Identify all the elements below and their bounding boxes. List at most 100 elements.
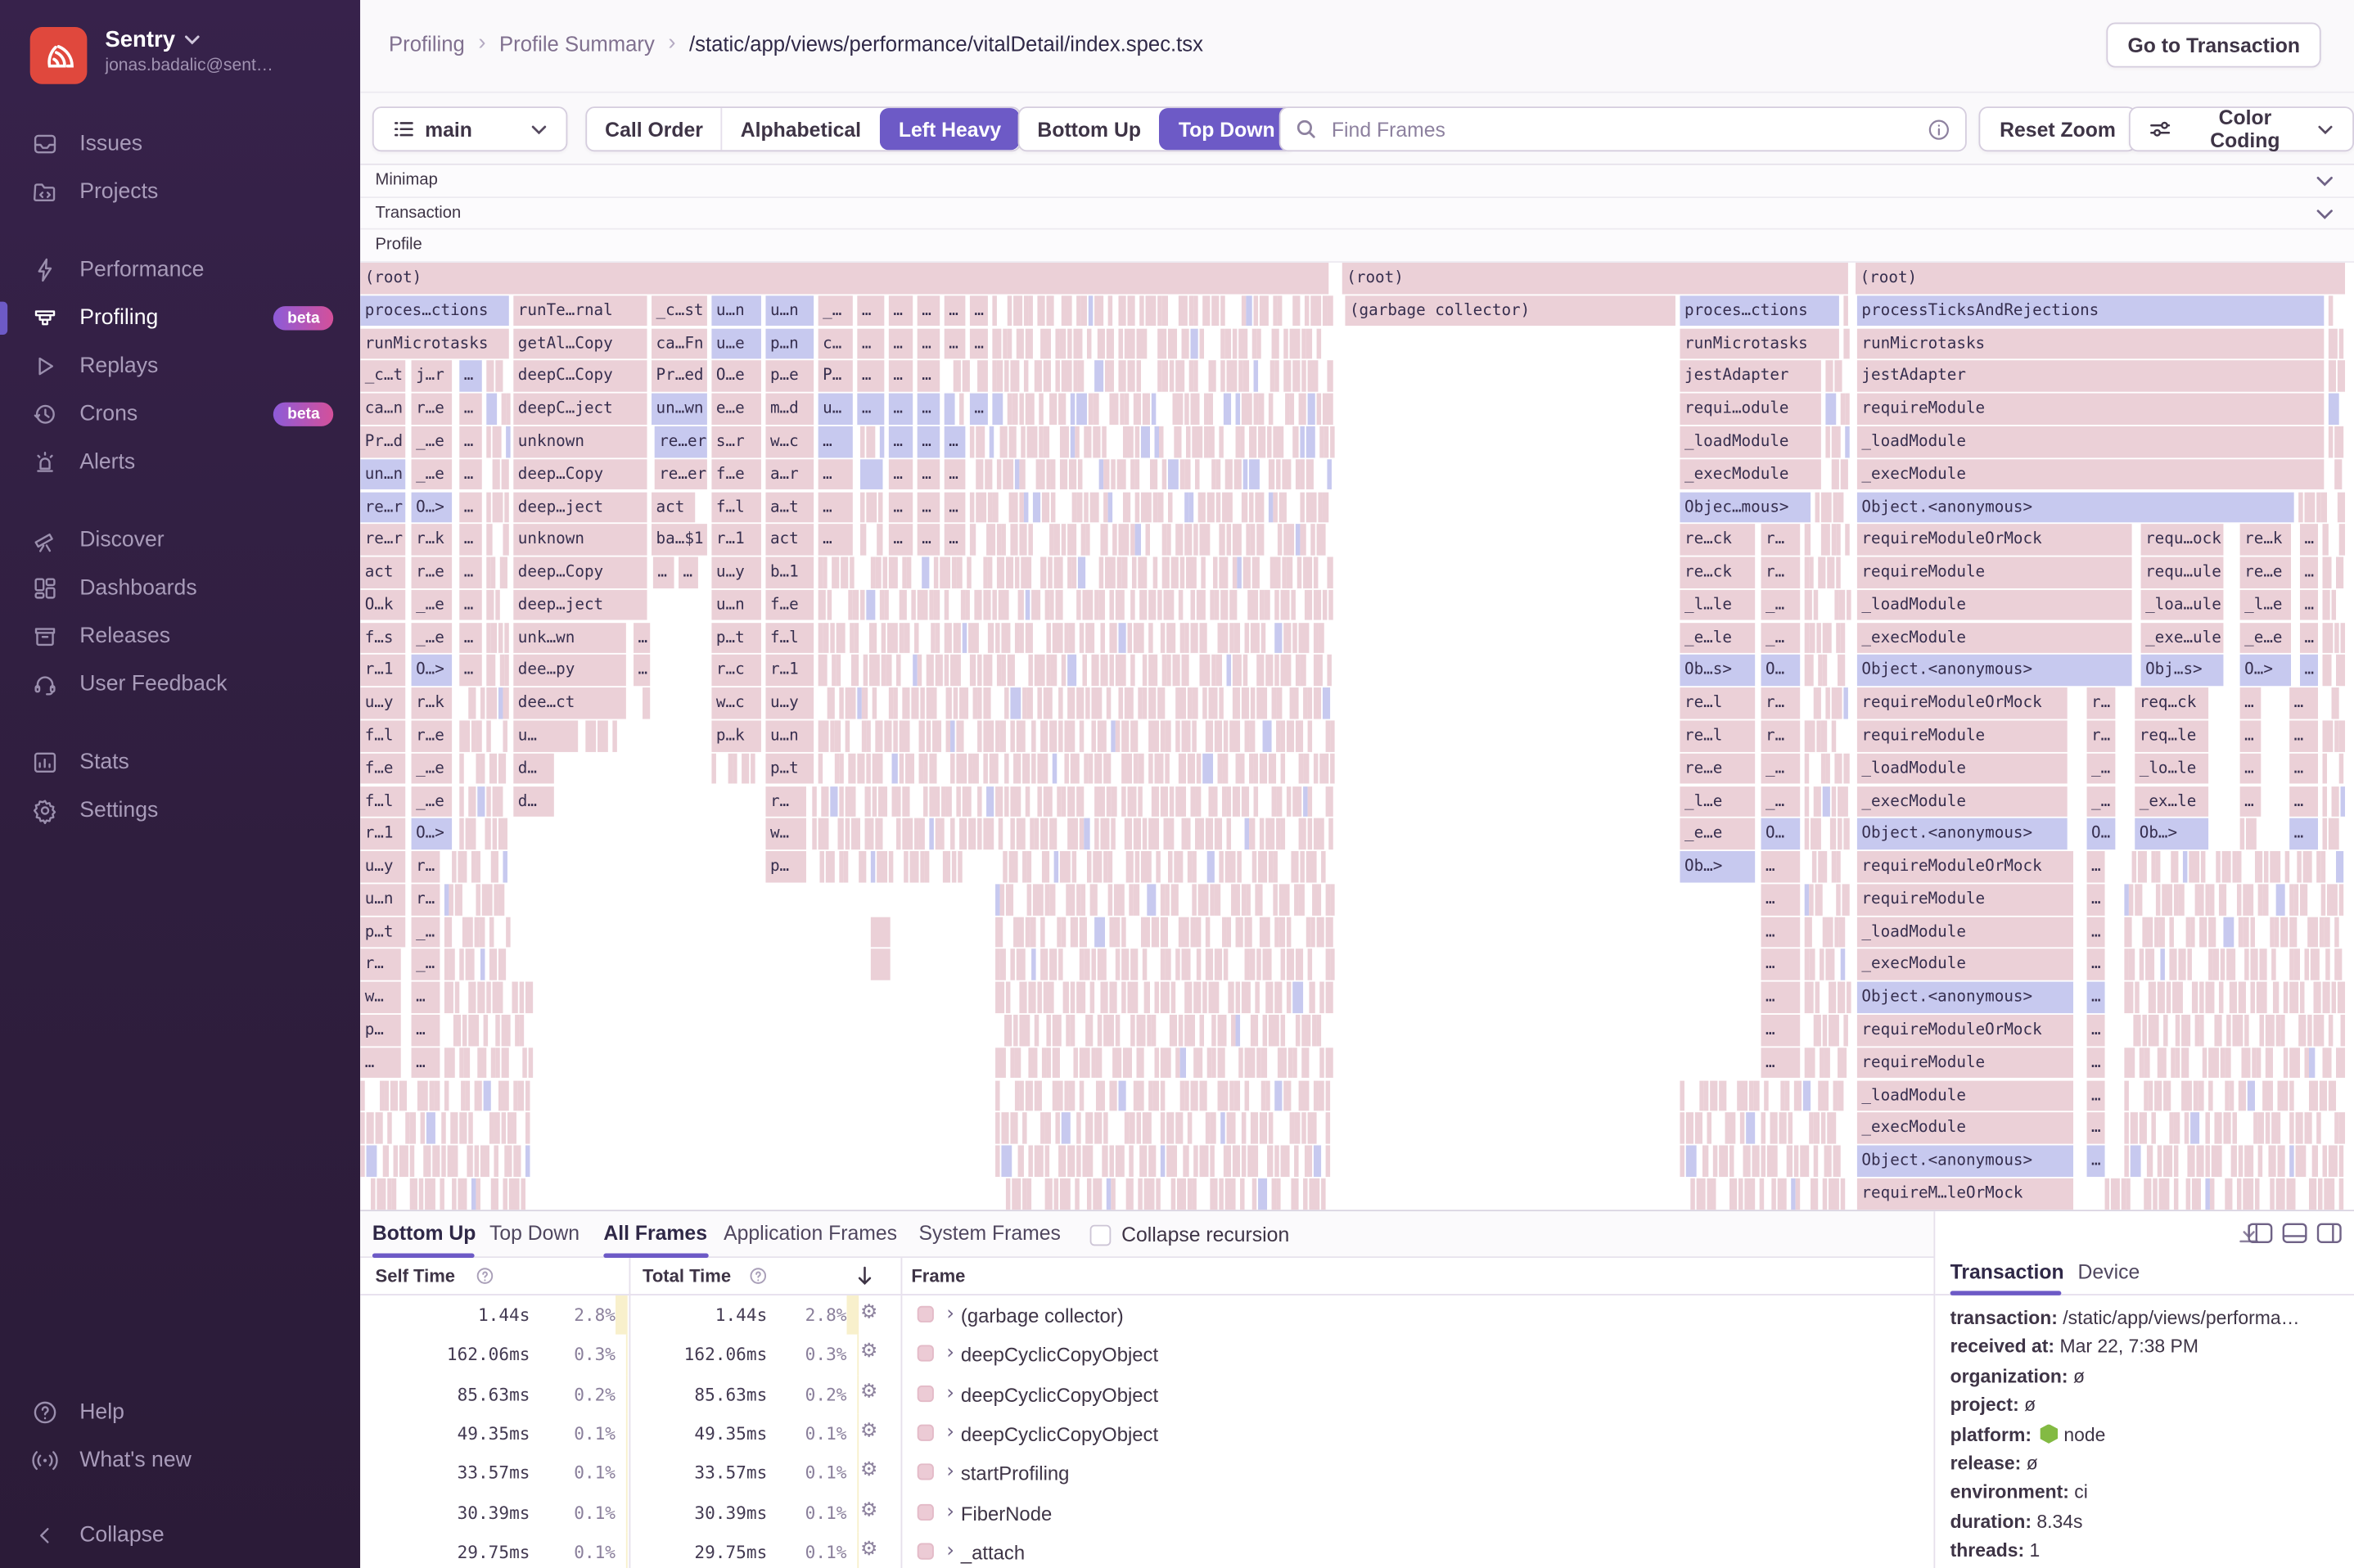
flame-frame[interactable] [1210,1145,1215,1177]
flame-frame[interactable] [498,1079,509,1111]
flame-frame[interactable] [1825,949,1835,980]
flame-frame[interactable]: Ob…> [1680,851,1756,882]
flame-frame[interactable] [1181,818,1191,850]
flame-frame[interactable] [1064,720,1076,752]
flame-frame[interactable]: … [917,426,940,457]
flame-frame[interactable] [468,1112,473,1144]
flame-frame[interactable] [1319,753,1329,785]
flame-frame[interactable] [2337,982,2346,1013]
flame-frame[interactable]: _…e [411,622,453,654]
flame-frame[interactable] [904,851,909,882]
flame-frame[interactable] [503,720,507,752]
flame-frame[interactable] [1282,458,1292,490]
flame-frame[interactable] [1217,1079,1229,1111]
flame-frame[interactable] [1076,491,1083,523]
flame-frame[interactable] [1322,687,1331,719]
flame-frame[interactable]: _e…e [2239,622,2291,654]
flame-frame[interactable] [377,1178,386,1210]
flame-frame[interactable]: … [2086,884,2105,915]
flame-frame[interactable] [1109,982,1117,1013]
flame-frame[interactable] [1738,1178,1743,1210]
flame-frame[interactable] [953,622,961,654]
flame-frame[interactable] [2324,917,2330,948]
flame-frame[interactable] [1199,622,1207,654]
flame-frame[interactable] [1070,393,1076,425]
flame-frame[interactable] [1115,720,1121,752]
flame-frame[interactable] [1160,1112,1166,1144]
flame-frame[interactable] [1259,917,1270,948]
flame-frame[interactable] [2191,982,2198,1013]
flame-frame[interactable] [1836,524,1841,556]
flame-frame[interactable] [1139,1145,1148,1177]
frame-table-row[interactable]: 30.39ms 0.1% 30.39ms 0.1% ⚙ › FiberNode [360,1493,1933,1533]
flame-frame[interactable] [485,818,491,850]
flame-frame[interactable] [1190,1079,1198,1111]
flame-frame[interactable] [1091,720,1096,752]
sort-descending-icon[interactable] [855,1265,873,1286]
flame-frame[interactable] [1229,589,1238,621]
flame-frame[interactable]: f…l [360,786,406,818]
flame-frame[interactable] [1004,753,1009,785]
flame-frame[interactable] [1052,1079,1063,1111]
flame-frame[interactable] [1232,524,1242,556]
flame-frame[interactable] [902,786,910,818]
flame-frame[interactable] [1831,687,1842,719]
flame-frame[interactable]: … [944,328,966,359]
flame-frame[interactable] [2178,884,2185,915]
flame-frame[interactable] [440,1178,444,1210]
flame-frame[interactable] [1121,949,1130,980]
flame-frame[interactable] [827,687,835,719]
flame-frame[interactable] [441,1145,446,1177]
flame-frame[interactable] [1097,949,1107,980]
flame-frame[interactable] [1292,1047,1297,1079]
flame-frame[interactable] [953,687,958,719]
flame-frame[interactable] [360,1145,365,1177]
flame-frame[interactable] [2130,1112,2138,1144]
flame-frame[interactable] [2304,949,2309,980]
flame-frame[interactable] [1127,622,1132,654]
flame-frame[interactable] [2298,491,2303,523]
flame-frame[interactable] [1804,589,1812,621]
flame-frame[interactable] [1107,884,1113,915]
flame-frame[interactable] [893,687,898,719]
flame-frame[interactable] [1256,655,1265,687]
flame-frame[interactable] [1111,818,1116,850]
flame-frame[interactable] [845,786,856,818]
flame-frame[interactable]: _l…e [1680,786,1756,818]
flame-frame[interactable] [1115,655,1126,687]
flame-frame[interactable] [859,458,883,490]
flame-frame[interactable] [1046,295,1054,327]
flame-frame[interactable] [1303,1178,1308,1210]
flame-frame[interactable]: act [652,491,696,523]
flame-frame[interactable] [1100,655,1108,687]
flame-frame[interactable] [1169,1014,1178,1046]
flame-frame[interactable] [1235,1014,1241,1046]
flame-frame[interactable] [2268,1145,2276,1177]
flame-frame[interactable] [1079,622,1085,654]
flame-frame[interactable] [1845,524,1850,556]
flame-frame[interactable] [2299,884,2308,915]
flame-frame[interactable] [1195,458,1200,490]
flame-frame[interactable] [1058,720,1063,752]
flame-frame[interactable] [995,1112,1000,1144]
sort-alphabetical-button[interactable]: Alphabetical [720,108,879,151]
flame-frame[interactable] [1206,851,1215,882]
flame-frame[interactable] [1220,589,1229,621]
flame-frame[interactable] [486,426,491,457]
flame-frame[interactable] [2322,589,2330,621]
flame-frame[interactable] [1061,361,1072,392]
flame-frame[interactable] [2259,1014,2264,1046]
flame-frame[interactable] [1219,851,1224,882]
flame-frame[interactable] [2277,1145,2285,1177]
flame-frame[interactable] [1034,1079,1042,1111]
flame-frame[interactable] [425,1178,435,1210]
flame-frame[interactable] [944,655,949,687]
flame-frame[interactable] [1026,884,1032,915]
flame-frame[interactable] [983,818,994,850]
flame-frame[interactable] [1067,1145,1076,1177]
flame-frame[interactable] [1004,786,1009,818]
flame-frame[interactable] [1241,491,1248,523]
flame-frame[interactable] [1187,753,1196,785]
flame-frame[interactable] [1303,753,1310,785]
flame-frame[interactable] [1249,458,1260,490]
